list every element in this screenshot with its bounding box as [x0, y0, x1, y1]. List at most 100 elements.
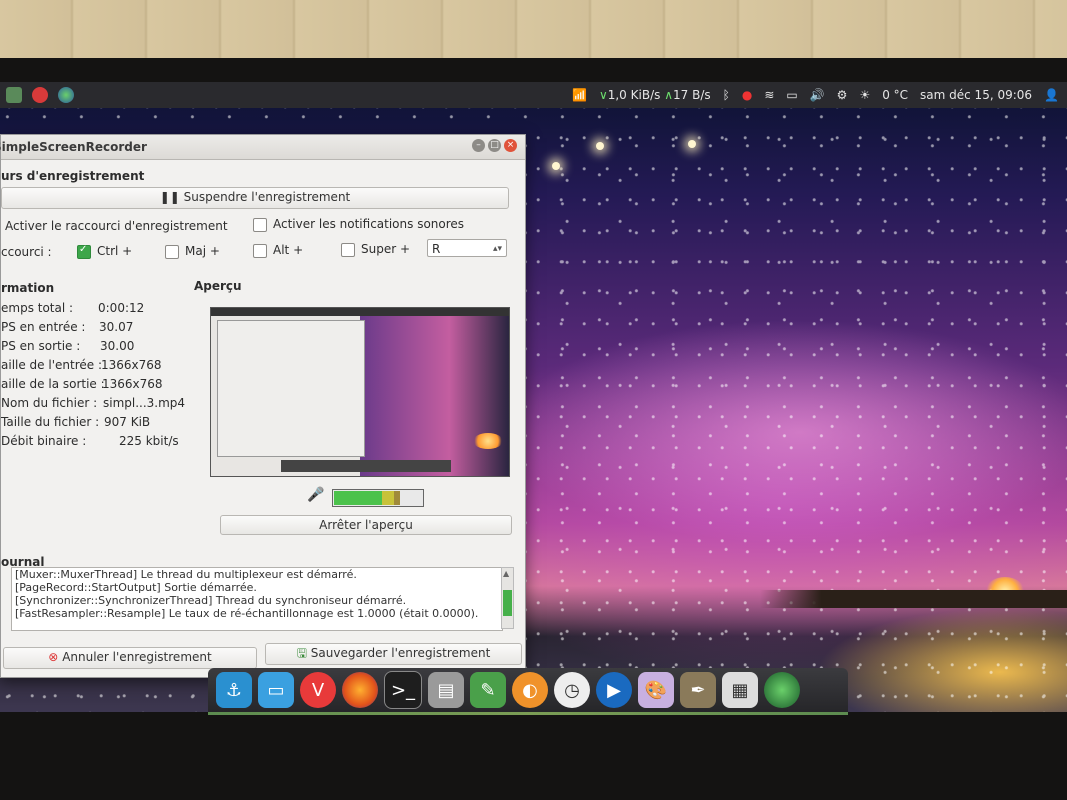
upload-speed: 17 B/s — [673, 88, 711, 102]
meter-level-green — [334, 491, 382, 505]
info-value: 30.07 — [99, 320, 134, 334]
enable-hotkey-checkbox[interactable]: Activer le raccourci d'enregistrement — [5, 219, 228, 233]
background-wall — [0, 0, 1067, 62]
battery-icon[interactable]: ▭ — [786, 88, 797, 102]
firefox-icon[interactable] — [342, 672, 378, 708]
system-tools-icon[interactable]: ✎ — [470, 672, 506, 708]
wifi-icon[interactable]: ≋ — [764, 88, 774, 102]
journal-line: [Muxer::MuxerThread] Le thread du multip… — [15, 568, 357, 581]
cancel-recording-label: Annuler l'enregistrement — [62, 650, 212, 664]
crossword-icon[interactable]: ▦ — [722, 672, 758, 708]
microphone-icon: 🎤 — [307, 487, 325, 503]
globe-indicator-icon[interactable] — [58, 87, 74, 103]
wallpaper-horizon — [760, 590, 1067, 608]
clock-app-icon[interactable]: ◷ — [554, 672, 590, 708]
info-value: simpl...3.mp4 — [103, 396, 186, 410]
recording-section-title: urs d'enregistrement — [1, 169, 145, 183]
info-label: Nom du fichier : — [1, 396, 98, 410]
info-label: PS en entrée : — [1, 320, 86, 334]
alt-label: Alt + — [273, 243, 304, 257]
stop-preview-button[interactable]: Arrêter l'aperçu — [220, 515, 512, 535]
info-label: aille de la sortie : — [1, 377, 105, 391]
preview-image — [210, 307, 510, 477]
hotkey-key-value: R — [432, 242, 441, 256]
preview-mini-dock — [281, 460, 451, 472]
anchor-launcher-icon[interactable]: ⚓ — [216, 672, 252, 708]
info-value: 907 KiB — [104, 415, 151, 429]
journal-line: [FastResampler::Resample] Le taux de ré-… — [15, 607, 479, 620]
shift-label: Maj + — [185, 244, 220, 258]
stop-preview-label: Arrêter l'aperçu — [319, 518, 413, 532]
record-indicator-icon[interactable]: ● — [742, 88, 752, 102]
vivaldi-browser-icon[interactable]: V — [300, 672, 336, 708]
minimize-button[interactable]: – — [472, 139, 485, 152]
scroll-up-icon[interactable]: ▲ — [503, 569, 509, 578]
bluetooth-icon[interactable]: ᛒ — [723, 88, 730, 102]
user-icon[interactable]: 👤 — [1044, 88, 1059, 102]
sound-checkbox-box[interactable] — [253, 217, 267, 232]
wallpaper-star — [688, 140, 696, 148]
info-value: 1366x768 — [102, 377, 163, 391]
preview-mini-panel — [211, 308, 509, 316]
network-speed[interactable]: ∨1,0 KiB/s ∧17 B/s — [599, 88, 711, 102]
hotkey-key-select[interactable]: R ▴▾ — [427, 239, 507, 257]
globe-app-icon[interactable] — [764, 672, 800, 708]
journal-scrollbar[interactable]: ▲ — [501, 567, 514, 629]
scrollbar-thumb[interactable] — [503, 590, 512, 616]
wallpaper-star — [552, 162, 560, 170]
terminal-icon[interactable]: >_ — [384, 671, 422, 709]
close-button[interactable]: × — [504, 139, 517, 152]
video-editor-icon[interactable]: ▶ — [596, 672, 632, 708]
gimp-icon[interactable]: ✒ — [680, 672, 716, 708]
window-titlebar[interactable]: SimpleScreenRecorder – □ × — [0, 135, 525, 160]
vivaldi-indicator-icon[interactable] — [32, 87, 48, 103]
wifi-signal-icon[interactable]: 📶 — [572, 88, 587, 102]
screenshot-app-icon[interactable] — [6, 87, 22, 103]
shift-checkbox[interactable]: Maj + — [165, 244, 220, 259]
info-label: aille de l'entrée : — [1, 358, 102, 372]
weather-sun-icon[interactable]: ☀ — [859, 88, 870, 102]
pause-icon: ❚❚ — [159, 190, 180, 204]
wallpaper-star — [596, 142, 604, 150]
weather-temperature[interactable]: 0 °C — [882, 88, 908, 102]
clock[interactable]: sam déc 15, 09:06 — [920, 88, 1032, 102]
alt-checkbox[interactable]: Alt + — [253, 243, 303, 258]
meter-level-yellow — [382, 491, 394, 505]
settings-gear-icon[interactable]: ⚙ — [837, 88, 848, 102]
super-checkbox[interactable]: Super + — [341, 242, 410, 257]
pause-recording-button[interactable]: ❚❚ Suspendre l'enregistrement — [1, 187, 509, 209]
ctrl-label: Ctrl + — [97, 244, 133, 258]
journal-log[interactable]: [Muxer::MuxerThread] Le thread du multip… — [11, 567, 503, 631]
clementine-icon[interactable]: ◐ — [512, 672, 548, 708]
info-label: Débit binaire : — [1, 434, 87, 448]
cancel-recording-button[interactable]: ⊗ Annuler l'enregistrement — [3, 647, 257, 669]
information-section-title: rmation — [1, 281, 55, 295]
ctrl-checkbox-box[interactable] — [77, 244, 91, 259]
dock: ⚓ ▭ V >_ ▤ ✎ ◐ ◷ ▶ 🎨 ✒ ▦ — [208, 668, 848, 712]
save-recording-button[interactable]: 🖫 Sauvegarder l'enregistrement — [265, 643, 522, 665]
info-label: emps total : — [1, 301, 74, 315]
info-value: 0:00:12 — [98, 301, 145, 315]
volume-icon[interactable]: 🔊 — [810, 88, 825, 102]
file-manager-icon[interactable]: ▤ — [428, 672, 464, 708]
save-icon: 🖫 — [296, 646, 307, 660]
pause-recording-label: Suspendre l'enregistrement — [183, 190, 351, 204]
super-checkbox-box[interactable] — [341, 242, 355, 257]
info-label: Taille du fichier : — [1, 415, 100, 429]
palette-icon[interactable]: 🎨 — [638, 672, 674, 708]
enable-sound-checkbox[interactable]: Activer les notifications sonores — [253, 217, 464, 232]
maximize-button[interactable]: □ — [488, 139, 501, 152]
preview-section-title: Aperçu — [194, 279, 242, 293]
save-recording-label: Sauvegarder l'enregistrement — [310, 646, 491, 660]
enable-hotkey-label: Activer le raccourci d'enregistrement — [5, 219, 228, 233]
desktop-icon[interactable]: ▭ — [258, 672, 294, 708]
download-speed: 1,0 KiB/s — [607, 88, 661, 102]
cancel-icon: ⊗ — [48, 650, 59, 664]
shift-checkbox-box[interactable] — [165, 244, 179, 259]
ctrl-checkbox[interactable]: Ctrl + — [77, 244, 132, 259]
alt-checkbox-box[interactable] — [253, 243, 267, 258]
enable-sound-label: Activer les notifications sonores — [273, 217, 465, 231]
journal-line: [Synchronizer::SynchronizerThread] Threa… — [15, 594, 407, 607]
preview-mini-sunset — [473, 433, 503, 449]
window-title: SimpleScreenRecorder — [0, 140, 147, 154]
